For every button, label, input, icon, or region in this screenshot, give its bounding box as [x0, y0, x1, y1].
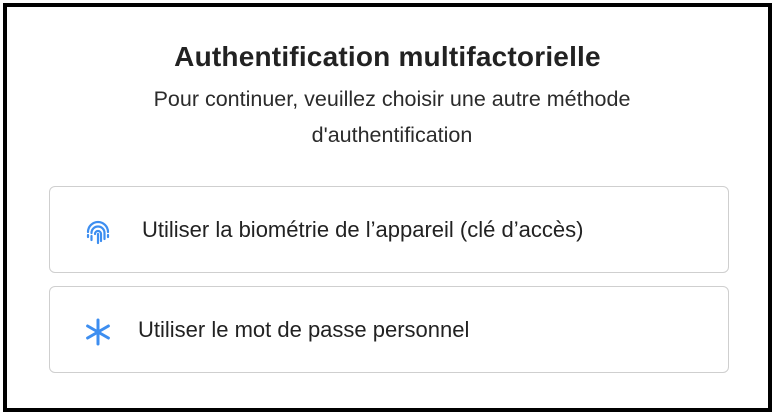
dialog-subtitle: Pour continuer, veuillez choisir une aut… [153, 87, 631, 147]
mfa-dialog: Authentification multifactorielle Pour c… [3, 3, 772, 412]
password-option-label: Utiliser le mot de passe personnel [138, 317, 470, 342]
biometric-option-button[interactable]: Utiliser la biométrie de l’appareil (clé… [49, 186, 729, 273]
dialog-title: Authentification multifactorielle [174, 41, 601, 72]
biometric-option-label: Utiliser la biométrie de l’appareil (clé… [142, 217, 584, 242]
fingerprint-icon [82, 216, 114, 248]
asterisk-icon [82, 316, 114, 348]
password-option-button[interactable]: Utiliser le mot de passe personnel [49, 286, 729, 373]
